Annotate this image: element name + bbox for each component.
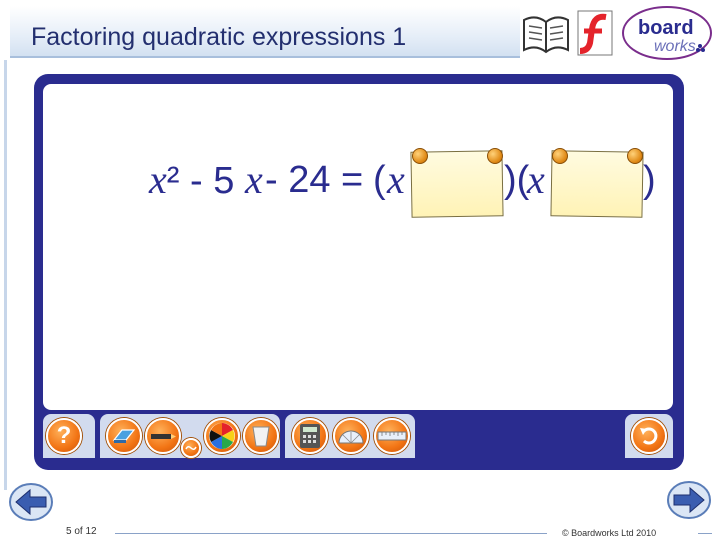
ruler-icon — [377, 431, 407, 441]
eq-var-2: x — [387, 157, 405, 202]
slide-counter: 5 of 12 — [66, 526, 97, 537]
scribble-button[interactable] — [181, 438, 201, 458]
calculator-button[interactable] — [292, 418, 328, 454]
eq-close-paren-2: ) — [643, 159, 656, 201]
pin-icon — [412, 148, 428, 164]
protractor-icon — [338, 430, 364, 444]
footer-divider-right — [698, 533, 712, 534]
scribble-icon — [185, 445, 197, 451]
eraser-icon — [112, 429, 136, 443]
arrow-left-icon — [9, 483, 53, 521]
footer-divider-left — [115, 533, 547, 534]
pen-icon — [151, 434, 176, 439]
protractor-button[interactable] — [333, 418, 369, 454]
arrow-right-icon — [667, 481, 711, 519]
copyright-text: © Boardworks Ltd 2010 — [562, 528, 657, 538]
eq-term-2: - 24 = — [265, 159, 364, 201]
svg-text:works: works — [654, 38, 696, 55]
eq-var-3: x — [527, 157, 545, 202]
logo-area: board works — [520, 4, 716, 64]
next-slide-button[interactable] — [666, 480, 712, 520]
boardworks-logo: board works — [622, 6, 712, 60]
svg-text:board: board — [638, 17, 694, 39]
help-icon: ? — [56, 422, 72, 449]
pin-icon — [627, 148, 643, 164]
eq-var-1: x — [245, 157, 263, 202]
header-bar: Factoring quadratic expressions 1 — [10, 6, 520, 58]
activity-canvas — [43, 84, 673, 410]
ruler-button[interactable] — [374, 418, 410, 454]
undo-button[interactable] — [631, 418, 667, 454]
eq-close-open-paren: )( — [504, 159, 530, 201]
book-icon — [523, 16, 569, 54]
bin-icon — [252, 426, 270, 447]
calculator-icon — [300, 424, 320, 448]
pen-button[interactable] — [145, 418, 181, 454]
pin-icon — [552, 148, 568, 164]
help-button[interactable]: ? — [46, 418, 82, 454]
clear-button[interactable] — [243, 418, 279, 454]
flash-icon — [577, 10, 613, 56]
page-title: Factoring quadratic expressions 1 — [31, 23, 407, 51]
color-wheel-icon — [209, 423, 235, 449]
eraser-button[interactable] — [106, 418, 142, 454]
eq-open-paren-1: ( — [373, 159, 386, 201]
undo-icon — [640, 427, 658, 445]
pin-icon — [487, 148, 503, 164]
previous-slide-button[interactable] — [8, 482, 54, 522]
eq-var-x: x — [149, 157, 167, 202]
color-picker-button[interactable] — [204, 418, 240, 454]
eq-term-1: ² - 5 — [166, 160, 235, 202]
left-edge-strip — [4, 60, 7, 490]
